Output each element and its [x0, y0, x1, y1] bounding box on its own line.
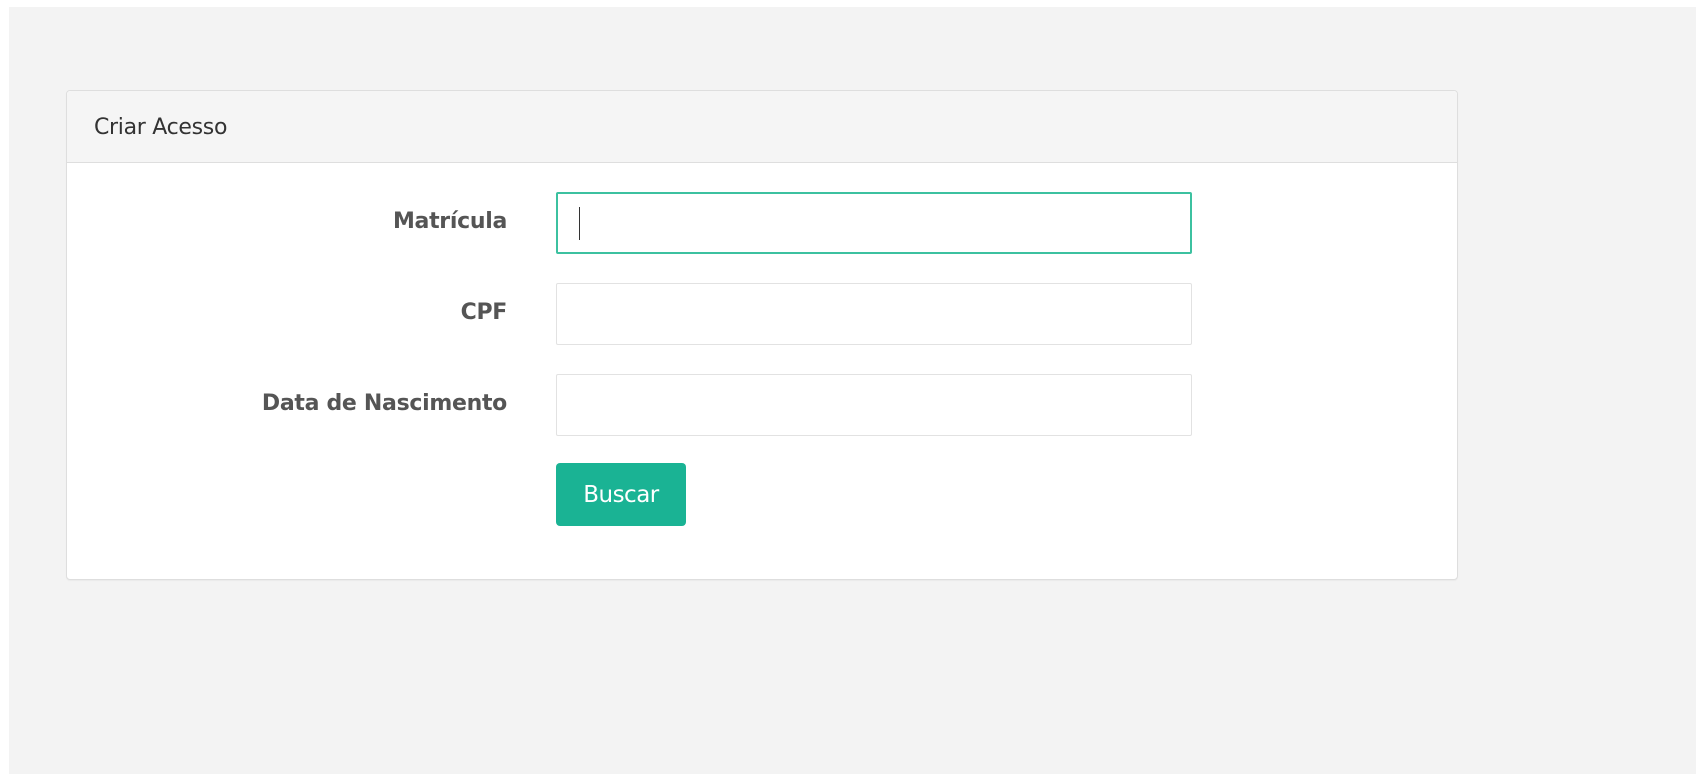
birth-date-input[interactable] [556, 374, 1192, 436]
text-caret [579, 207, 580, 240]
cpf-input[interactable] [556, 283, 1192, 345]
birth-date-label: Data de Nascimento [261, 391, 507, 416]
matricula-label: Matrícula [392, 209, 507, 234]
matricula-input[interactable] [556, 192, 1192, 254]
panel-title: Criar Acesso [94, 115, 228, 140]
create-access-panel: Criar Acesso Matrícula CPF Data de Nasci… [66, 90, 1458, 580]
page-background: Criar Acesso Matrícula CPF Data de Nasci… [9, 7, 1696, 774]
search-button[interactable]: Buscar [556, 463, 686, 526]
cpf-label: CPF [460, 300, 508, 325]
panel-heading: Criar Acesso [67, 91, 1457, 163]
